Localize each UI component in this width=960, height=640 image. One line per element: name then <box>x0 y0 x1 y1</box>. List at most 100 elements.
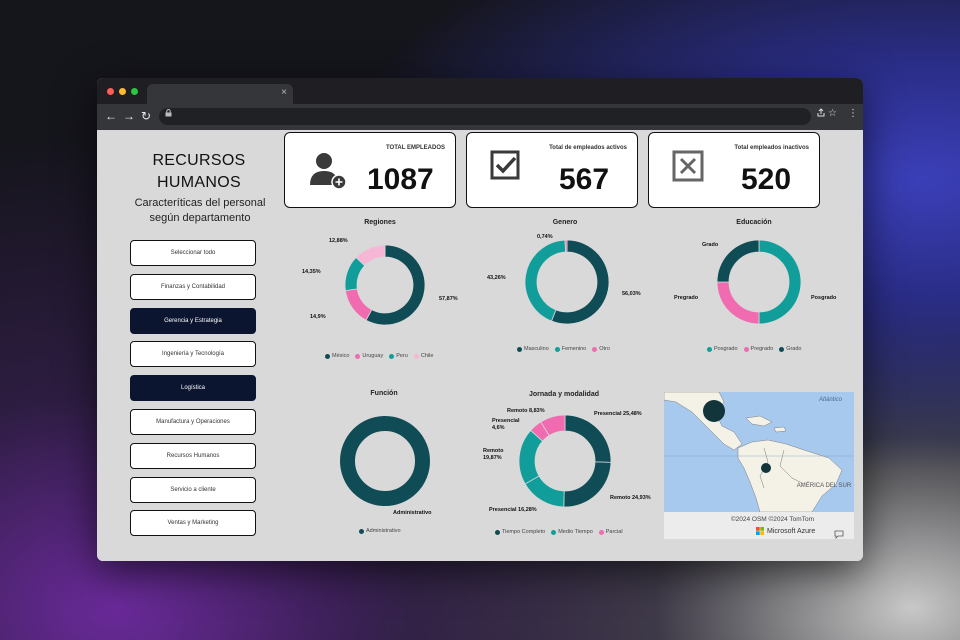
menu-kebab-icon[interactable]: ⋮ <box>848 108 858 119</box>
legend-label: Parcial <box>605 529 623 535</box>
forward-button[interactable]: → <box>123 109 135 123</box>
data-label: Presencial 4,6% <box>492 418 520 431</box>
legend-item[interactable]: Administrativo <box>359 528 401 534</box>
legend-label: Tiempo Completo <box>502 529 546 535</box>
legend-item[interactable]: Parcial <box>598 529 623 535</box>
reload-button[interactable]: ↻ <box>141 109 151 123</box>
browser-window: × ← → ↻ ☆ ⋮ RECURSOS HUMANOS Caracteríti… <box>97 78 863 561</box>
data-label: 43,26% <box>487 275 506 281</box>
data-label: 14,35% <box>302 269 321 275</box>
microsoft-logo-icon <box>756 527 764 535</box>
data-label: Presencial 16,28% <box>489 507 537 513</box>
feedback-icon[interactable] <box>834 526 844 539</box>
data-label: 56,03% <box>622 291 641 297</box>
legend-label: Masculino <box>524 346 549 352</box>
legend-funcion: Administrativo <box>359 528 401 534</box>
tab-close-icon[interactable]: × <box>281 87 287 98</box>
legend-educacion: Posgrado Pregrado Grado <box>707 346 801 352</box>
legend-label: Pregrado <box>750 346 774 352</box>
data-label: 0,74% <box>537 234 553 240</box>
legend-label: Grado <box>786 346 802 352</box>
donut-slice[interactable] <box>563 461 612 508</box>
donut-slice[interactable] <box>518 429 544 485</box>
legend-item[interactable]: Femenino <box>554 346 586 352</box>
legend-item[interactable]: Pregrado <box>743 346 774 352</box>
donut-slice[interactable] <box>758 239 802 325</box>
data-label: Administrativo <box>393 510 432 516</box>
legend-swatch <box>355 353 361 359</box>
map-visual[interactable]: Atlántico AMÉRICA DEL SUR ©2024 OSM ©202… <box>664 392 854 539</box>
legend-swatch <box>743 346 749 352</box>
data-label: 57,87% <box>439 296 458 302</box>
browser-toolbar: ← → ↻ ☆ ⋮ <box>97 104 863 130</box>
data-label: Remoto 19,87% <box>483 448 504 461</box>
map-bubble-large[interactable] <box>703 400 725 422</box>
donut-slice[interactable] <box>564 239 568 253</box>
report-canvas: RECURSOS HUMANOS Caracteríticas del pers… <box>97 130 863 561</box>
maximize-window-button[interactable] <box>131 88 138 95</box>
legend-swatch <box>554 346 560 352</box>
title-bar: × <box>97 78 863 104</box>
donut-slice[interactable] <box>564 414 612 463</box>
azure-brand-label: Microsoft Azure <box>767 527 816 535</box>
map-canvas[interactable]: Atlántico AMÉRICA DEL SUR <box>664 392 854 513</box>
legend-swatch <box>495 529 500 535</box>
legend-label: México <box>332 353 350 359</box>
legend-label: Otro <box>599 346 610 352</box>
legend-item[interactable]: Uruguay <box>355 353 383 359</box>
share-icon[interactable] <box>817 108 825 120</box>
donut-slice[interactable] <box>344 288 373 321</box>
legend-swatch <box>707 346 712 352</box>
data-label: Posgrado <box>811 295 837 301</box>
legend-swatch <box>517 346 522 352</box>
legend-item[interactable]: Tiempo Completo <box>495 529 545 535</box>
legend-item[interactable]: Otro <box>592 346 610 352</box>
legend-label: Uruguay <box>362 353 384 359</box>
browser-tab[interactable]: × <box>147 84 293 104</box>
data-label: Grado <box>702 242 719 248</box>
legend-swatch <box>592 346 598 352</box>
azure-brand: Microsoft Azure <box>756 527 815 535</box>
legend-swatch <box>598 529 604 535</box>
map-ocean-label: Atlántico <box>818 397 843 403</box>
map-bubble-small[interactable] <box>761 463 771 473</box>
legend-item[interactable]: Grado <box>779 346 801 352</box>
legend-item[interactable]: Posgrado <box>707 346 738 352</box>
legend-label: Administrativo <box>366 528 401 534</box>
legend-item[interactable]: México <box>325 353 349 359</box>
legend-regiones: México Uruguay Peru Chile <box>325 353 433 359</box>
legend-genero: Masculino Femenino Otro <box>517 346 610 352</box>
donut-slice[interactable] <box>716 281 760 325</box>
bookmark-star-icon[interactable]: ☆ <box>828 108 837 119</box>
legend-label: Peru <box>396 353 408 359</box>
donut-slice[interactable] <box>716 239 760 283</box>
legend-label: Chile <box>420 353 434 359</box>
minimize-window-button[interactable] <box>119 88 126 95</box>
lock-icon <box>165 109 172 119</box>
back-button[interactable]: ← <box>105 109 117 123</box>
data-label: 14,9% <box>310 314 326 320</box>
data-label: Presencial 25,48% <box>594 411 642 417</box>
address-bar[interactable] <box>159 108 811 125</box>
legend-swatch <box>551 529 557 535</box>
legend-swatch <box>779 346 785 352</box>
legend-jornada: Tiempo Completo Medio Tiempo Parcial <box>495 529 623 535</box>
legend-item[interactable]: Masculino <box>517 346 549 352</box>
data-label: Remoto 8,83% <box>507 408 545 414</box>
legend-item[interactable]: Chile <box>413 353 434 359</box>
legend-item[interactable]: Medio Tiempo <box>551 529 593 535</box>
close-window-button[interactable] <box>107 88 114 95</box>
legend-label: Posgrado <box>714 346 738 352</box>
legend-swatch <box>413 353 419 359</box>
legend-item[interactable]: Peru <box>389 353 408 359</box>
map-copyright: ©2024 OSM ©2024 TomTom <box>730 516 814 523</box>
donut-slice[interactable] <box>524 239 567 322</box>
legend-swatch <box>359 528 364 534</box>
data-label: Remoto 24,93% <box>610 495 651 501</box>
legend-swatch <box>389 353 395 359</box>
data-label: Pregrado <box>674 295 699 301</box>
donut-slice[interactable] <box>340 416 430 506</box>
legend-label: Medio Tiempo <box>558 529 593 535</box>
legend-swatch <box>325 353 330 359</box>
map-region-label: AMÉRICA DEL SUR <box>797 482 852 489</box>
